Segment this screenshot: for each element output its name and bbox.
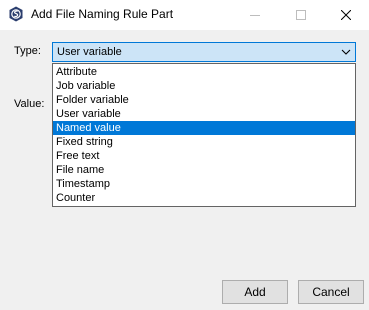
maximize-button[interactable] [278, 0, 324, 30]
app-logo-icon [8, 6, 24, 22]
dropdown-item[interactable]: Counter [53, 191, 355, 205]
type-dropdown-list: Attribute Job variable Folder variable User… [52, 63, 356, 207]
maximize-icon [296, 10, 306, 20]
add-button[interactable]: Add [222, 280, 288, 304]
type-combobox[interactable]: User variable [52, 42, 356, 62]
close-icon [341, 10, 351, 20]
cancel-button[interactable]: Cancel [298, 280, 364, 304]
title-bar: Add File Naming Rule Part [0, 0, 369, 30]
close-button[interactable] [323, 0, 369, 30]
dropdown-item[interactable]: File name [53, 163, 355, 177]
minimize-icon [250, 15, 260, 16]
dropdown-item[interactable]: Job variable [53, 79, 355, 93]
dropdown-item[interactable]: User variable [53, 107, 355, 121]
dropdown-item[interactable]: Attribute [53, 65, 355, 79]
dropdown-item[interactable]: Timestamp [53, 177, 355, 191]
chevron-down-icon [340, 46, 352, 58]
dropdown-item[interactable]: Free text [53, 149, 355, 163]
window-title: Add File Naming Rule Part [31, 7, 174, 21]
type-label: Type: [14, 45, 41, 57]
type-combobox-value: User variable [57, 46, 122, 58]
minimize-button[interactable] [232, 0, 278, 30]
dropdown-item[interactable]: Fixed string [53, 135, 355, 149]
value-label: Value: [14, 98, 45, 110]
dropdown-item[interactable]: Folder variable [53, 93, 355, 107]
dropdown-item[interactable]: Named value [53, 121, 355, 135]
